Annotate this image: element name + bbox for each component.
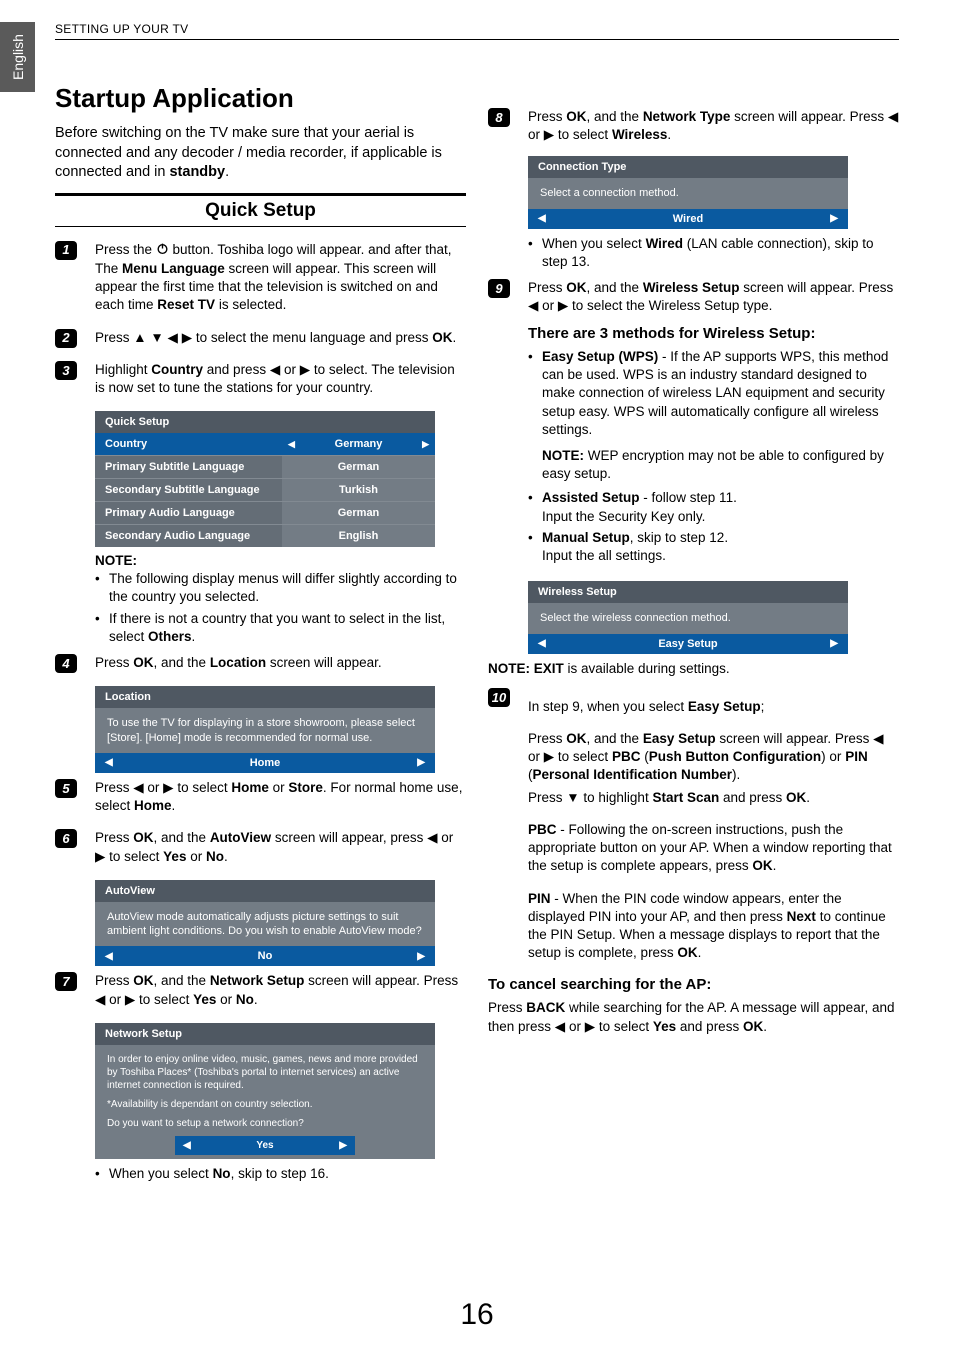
arrow-right-icon: ▶ — [95, 849, 105, 864]
arrow-right-icon: ▶ — [830, 213, 838, 224]
arrow-left-icon: ◀ — [183, 1139, 191, 1152]
arrow-left-icon: ◀ — [538, 213, 546, 224]
table-row: Country ◀Germany▶ — [95, 433, 435, 455]
note-block: NOTE: •The following display menus will … — [95, 553, 466, 646]
arrow-left-icon: ◀ — [133, 780, 143, 795]
osd-location: Location To use the TV for displaying in… — [95, 686, 435, 773]
arrow-left-icon: ◀ — [105, 757, 113, 768]
step-8: 8 Press OK, and the Network Type screen … — [488, 108, 899, 148]
language-tab-label: English — [10, 34, 26, 80]
step-9: 9 Press OK, and the Wireless Setup scree… — [488, 279, 899, 573]
arrow-right-icon: ▶ — [830, 638, 838, 649]
step-10: 10 In step 9, when you select Easy Setup… — [488, 688, 899, 967]
arrow-right-icon: ▶ — [544, 749, 554, 764]
arrow-left-icon: ◀ — [105, 951, 113, 962]
columns: Startup Application Before switching on … — [55, 58, 899, 1191]
arrow-left-icon: ◀ — [538, 638, 546, 649]
methods-heading: There are 3 methods for Wireless Setup: — [528, 324, 899, 344]
step-4: 4 Press OK, and the Location screen will… — [55, 654, 466, 676]
step-7: 7 Press OK, and the Network Setup screen… — [55, 972, 466, 1012]
intro: Before switching on the TV make sure tha… — [55, 124, 466, 183]
arrow-right-icon: ▶ — [300, 362, 310, 377]
osd-quick-setup: Quick Setup Country ◀Germany▶ Primary Su… — [95, 411, 435, 547]
col-right: 8 Press OK, and the Network Type screen … — [488, 58, 899, 1191]
table-row: Primary Subtitle LanguageGerman — [95, 455, 435, 478]
table-row: Primary Audio LanguageGerman — [95, 501, 435, 524]
osd-wireless-setup: Wireless Setup Select the wireless conne… — [528, 581, 848, 653]
arrow-right-icon: ▶ — [544, 127, 554, 142]
arrow-left-icon: ◀ — [288, 439, 295, 450]
arrow-down-icon: ▼ — [150, 330, 163, 345]
osd-connection-type: Connection Type Select a connection meth… — [528, 156, 848, 228]
page-header: SETTING UP YOUR TV — [55, 22, 899, 40]
arrow-right-icon: ▶ — [422, 439, 429, 450]
table-row: Secondary Audio LanguageEnglish — [95, 524, 435, 547]
arrow-left-icon: ◀ — [555, 1019, 565, 1034]
arrow-left-icon: ◀ — [168, 330, 178, 345]
section-quick-setup: Quick Setup — [55, 193, 466, 227]
arrow-left-icon: ◀ — [528, 298, 538, 313]
arrow-right-icon: ▶ — [163, 780, 173, 795]
page: SETTING UP YOUR TV Startup Application B… — [0, 0, 954, 1191]
osd-network-setup: Network Setup In order to enjoy online v… — [95, 1023, 435, 1159]
note-exit: NOTE: EXIT is available during settings. — [488, 660, 899, 678]
step-badge: 1 — [55, 241, 77, 260]
arrow-left-icon: ◀ — [873, 731, 883, 746]
arrow-right-icon: ▶ — [585, 1019, 595, 1034]
osd-title: Quick Setup — [95, 411, 435, 433]
arrow-left-icon: ◀ — [95, 992, 105, 1007]
osd-autoview: AutoView AutoView mode automatically adj… — [95, 880, 435, 967]
col-left: Startup Application Before switching on … — [55, 58, 466, 1191]
arrow-left-icon: ◀ — [427, 830, 437, 845]
arrow-down-icon: ▼ — [566, 790, 579, 805]
step-5: 5 Press ◀ or ▶ to select Home or Store. … — [55, 779, 466, 819]
cancel-para: Press BACK while searching for the AP. A… — [488, 999, 899, 1035]
arrow-right-icon: ▶ — [558, 298, 568, 313]
step-3: 3 Highlight Country and press ◀ or ▶ to … — [55, 361, 466, 401]
step-2: 2 Press ▲ ▼ ◀ ▶ to select the menu langu… — [55, 329, 466, 351]
arrow-left-icon: ◀ — [888, 109, 898, 124]
osd-table: Country ◀Germany▶ Primary Subtitle Langu… — [95, 433, 435, 547]
arrow-right-icon: ▶ — [125, 992, 135, 1007]
step-1: 1 Press the button. Toshiba logo will ap… — [55, 241, 466, 319]
main-title: Startup Application — [55, 83, 466, 114]
power-icon — [156, 242, 169, 260]
arrow-right-icon: ▶ — [417, 951, 425, 962]
arrow-right-icon: ▶ — [339, 1139, 347, 1152]
arrow-right-icon: ▶ — [417, 757, 425, 768]
arrow-right-icon: ▶ — [182, 330, 192, 345]
table-row: Secondary Subtitle LanguageTurkish — [95, 478, 435, 501]
page-number: 16 — [0, 1298, 954, 1332]
language-tab: English — [0, 22, 35, 92]
cancel-heading: To cancel searching for the AP: — [488, 976, 899, 993]
note-after-network: •When you select No, skip to step 16. — [95, 1165, 466, 1183]
arrow-left-icon: ◀ — [270, 362, 280, 377]
arrow-up-icon: ▲ — [133, 330, 146, 345]
step-6: 6 Press OK, and the AutoView screen will… — [55, 829, 466, 869]
